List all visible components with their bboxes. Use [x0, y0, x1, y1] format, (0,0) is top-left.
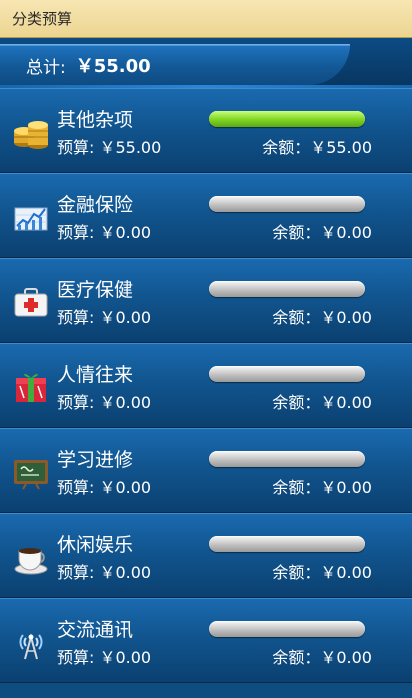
- total-value: ￥55.00: [75, 56, 151, 77]
- chalkboard-icon: [12, 453, 50, 491]
- category-budget: 预算: ￥0.00: [57, 223, 152, 242]
- signal-tower-icon: [12, 623, 50, 661]
- category-budget: 预算: ￥55.00: [57, 138, 162, 157]
- category-row-finance[interactable]: 金融保险 预算: ￥0.00 余额：￥0.00: [0, 173, 412, 258]
- category-row-medical[interactable]: 医疗保健 预算: ￥0.00 余额：￥0.00: [0, 258, 412, 343]
- category-row-social[interactable]: 人情往来 预算: ￥0.00 余额：￥0.00: [0, 343, 412, 428]
- medical-kit-icon: [12, 283, 50, 321]
- category-row-leisure[interactable]: 休闲娱乐 预算: ￥0.00 余额：￥0.00: [0, 513, 412, 598]
- category-name: 医疗保健: [57, 279, 134, 301]
- category-name: 人情往来: [57, 364, 134, 386]
- category-row-other[interactable]: 其他杂项 预算: ￥55.00 余额：￥55.00: [0, 88, 412, 173]
- category-name: 休闲娱乐: [57, 534, 134, 556]
- budget-progress-fill: [209, 111, 365, 127]
- page-title: 分类预算: [12, 10, 73, 28]
- category-name: 交流通讯: [57, 619, 134, 641]
- budget-progress-bar: [209, 536, 365, 552]
- category-remaining: 余额：￥55.00: [262, 138, 372, 157]
- category-remaining: 余额：￥0.00: [272, 393, 372, 412]
- coins-icon: [12, 113, 50, 151]
- budget-progress-bar: [209, 196, 365, 212]
- budget-progress-bar: [209, 621, 365, 637]
- category-remaining: 余额：￥0.00: [272, 648, 372, 667]
- budget-progress-bar: [209, 451, 365, 467]
- category-budget: 预算: ￥0.00: [57, 478, 152, 497]
- category-budget: 预算: ￥0.00: [57, 563, 152, 582]
- total-label: 总计:: [26, 57, 66, 78]
- category-name: 其他杂项: [57, 109, 134, 131]
- finance-chart-icon: [12, 198, 50, 236]
- category-budget: 预算: ￥0.00: [57, 393, 152, 412]
- total-panel: 总计: ￥55.00: [0, 38, 412, 88]
- budget-progress-bar: [209, 281, 365, 297]
- category-remaining: 余额：￥0.00: [272, 478, 372, 497]
- category-name: 金融保险: [57, 194, 134, 216]
- budget-progress-bar: [209, 111, 365, 127]
- category-row-communication[interactable]: 交流通讯 预算: ￥0.00 余额：￥0.00: [0, 598, 412, 683]
- category-name: 学习进修: [57, 449, 134, 471]
- budget-progress-bar: [209, 366, 365, 382]
- category-remaining: 余额：￥0.00: [272, 563, 372, 582]
- title-bar: 分类预算: [0, 0, 412, 38]
- category-remaining: 余额：￥0.00: [272, 223, 372, 242]
- category-remaining: 余额：￥0.00: [272, 308, 372, 327]
- category-budget: 预算: ￥0.00: [57, 648, 152, 667]
- coffee-cup-icon: [12, 538, 50, 576]
- gift-icon: [12, 368, 50, 406]
- total-tab: 总计: ￥55.00: [0, 44, 350, 85]
- category-row-study[interactable]: 学习进修 预算: ￥0.00 余额：￥0.00: [0, 428, 412, 513]
- category-list: 其他杂项 预算: ￥55.00 余额：￥55.00 金融保险 预算: ￥0.00: [0, 88, 412, 698]
- category-budget: 预算: ￥0.00: [57, 308, 152, 327]
